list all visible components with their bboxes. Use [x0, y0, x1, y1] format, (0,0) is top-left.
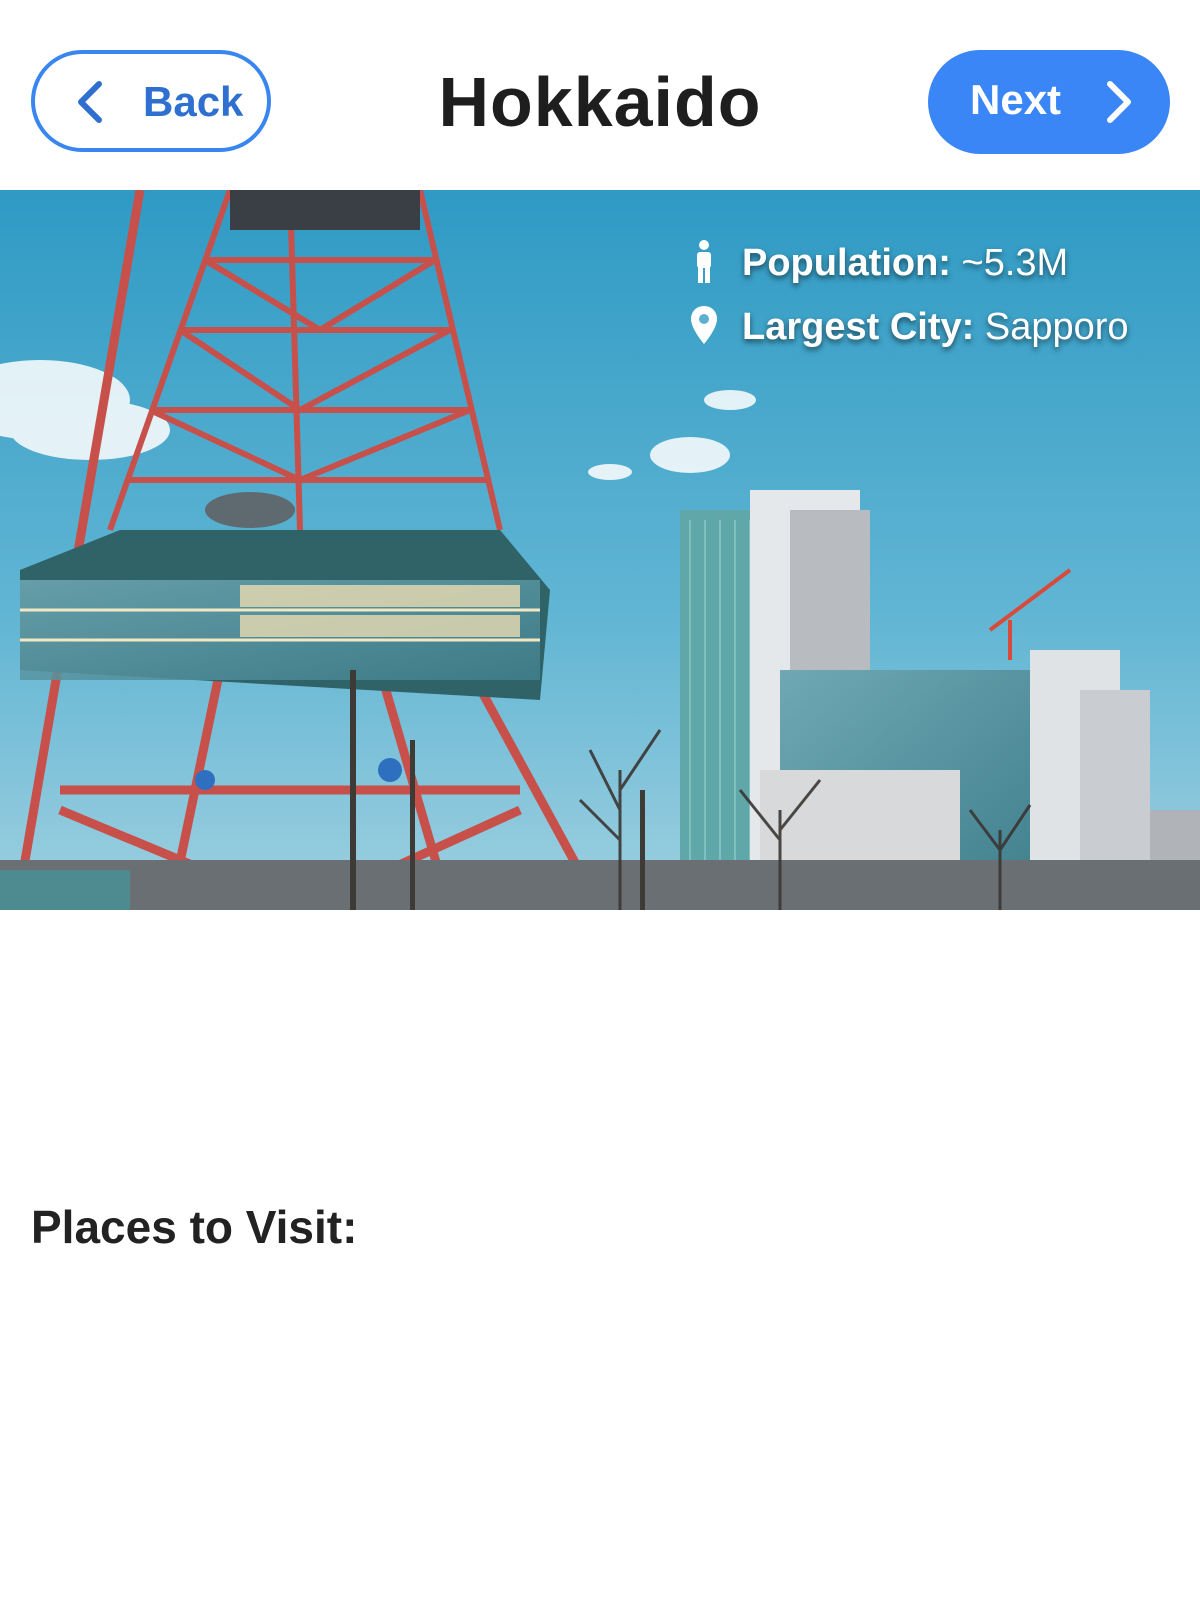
map-pin-icon [691, 306, 717, 344]
next-button[interactable]: Next [928, 50, 1170, 154]
places-to-visit-heading: Places to Visit: [31, 1201, 358, 1253]
sapporo-skyline-photo [0, 190, 1200, 910]
header-bar: Back Hokkaido Next [0, 0, 1200, 190]
largest-city-label: Largest City: [742, 306, 975, 348]
person-icon [697, 240, 711, 283]
population-value: ~5.3M [961, 242, 1069, 284]
chevron-right-icon [1107, 81, 1131, 123]
largest-city-value: Sapporo [984, 306, 1129, 348]
hero-image: Population: ~5.3M Largest City: Sapporo [0, 190, 1200, 910]
population-label: Population: [742, 242, 951, 284]
next-button-label: Next [970, 76, 1062, 123]
